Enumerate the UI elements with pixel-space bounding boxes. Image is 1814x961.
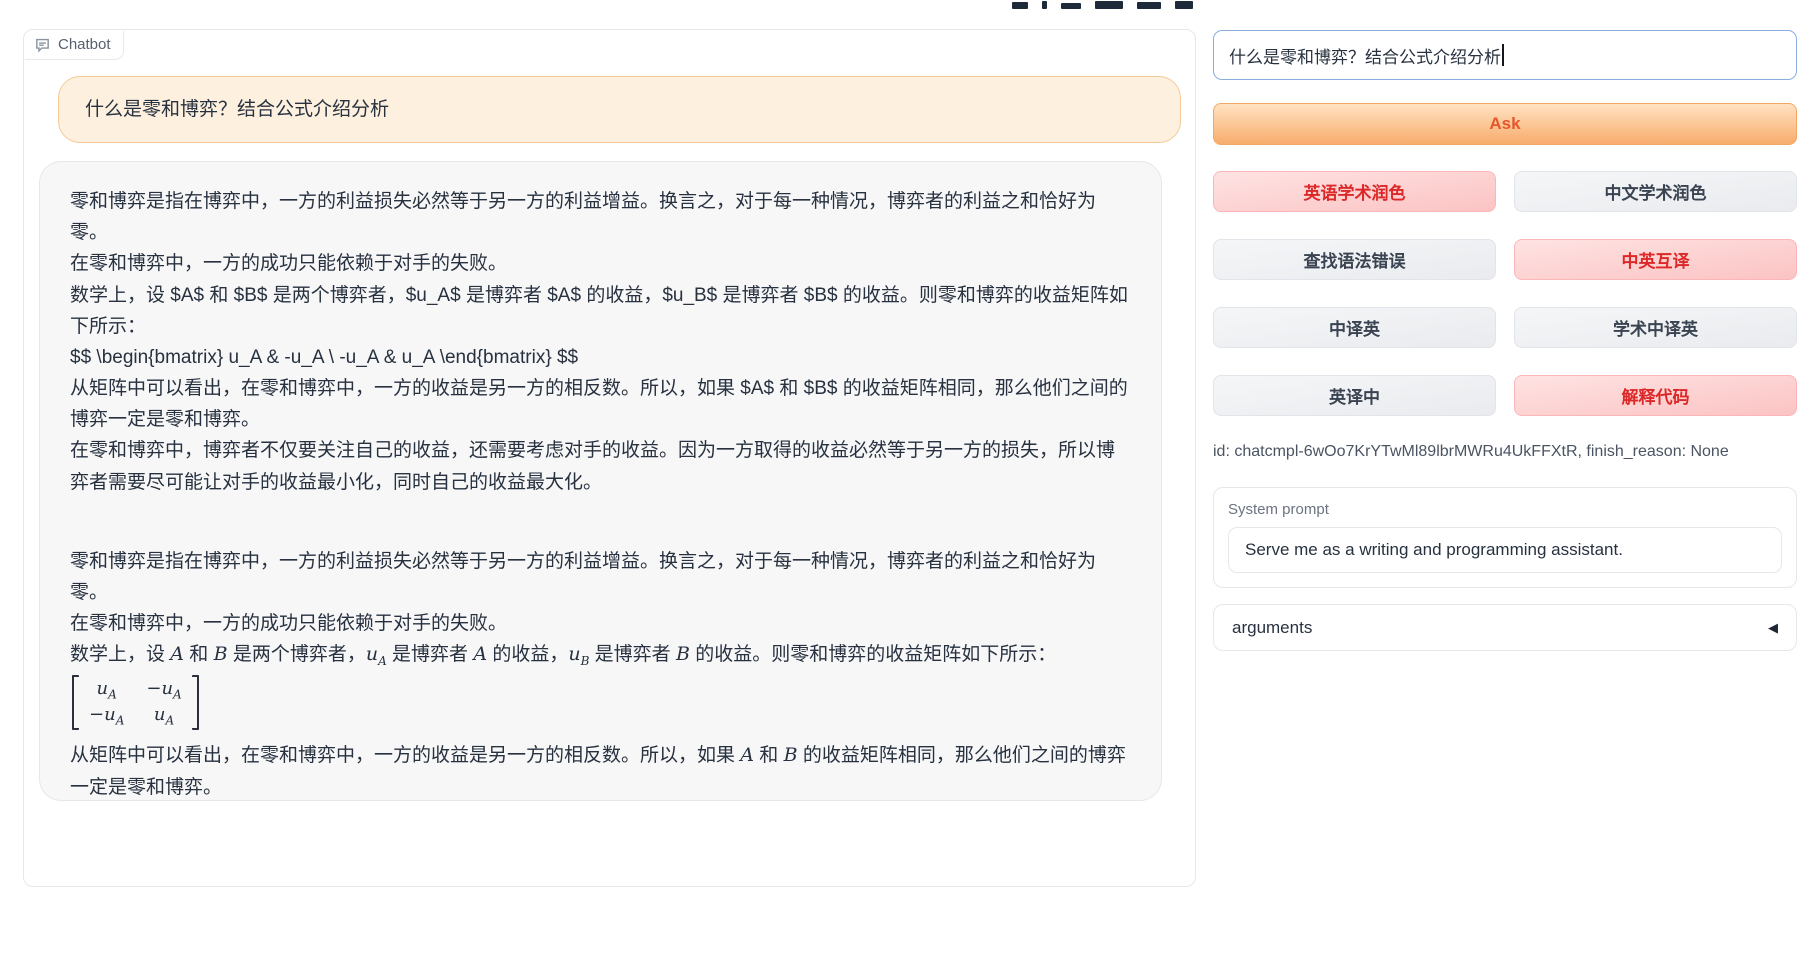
- bot-rendered-line: 在零和博弈中，一方的成功只能依赖于对手的失败。: [70, 608, 1131, 639]
- arguments-accordion[interactable]: arguments ◀: [1213, 604, 1797, 651]
- system-prompt-value: Serve me as a writing and programming as…: [1245, 540, 1623, 560]
- action-button-en-to-zh[interactable]: 英译中: [1213, 375, 1496, 416]
- bot-rendered-conclusion: 从矩阵中可以看出，在零和博弈中，一方的收益是另一方的相反数。所以，如果 A 和 …: [70, 740, 1131, 801]
- action-button-explain-code[interactable]: 解释代码: [1514, 375, 1797, 416]
- heading-glyph-fragment: [1175, 1, 1193, 9]
- action-button-zh-en-mutual[interactable]: 中英互译: [1514, 239, 1797, 280]
- user-message-text: 什么是零和博弈？结合公式介绍分析: [85, 99, 389, 120]
- matrix-cell: −uA: [146, 676, 181, 703]
- bot-raw-latex-line: $$ \begin{bmatrix} u_A & -u_A \ -u_A & u…: [70, 342, 1131, 373]
- chat-bubble-icon: [34, 36, 51, 53]
- completion-status: id: chatcmpl-6wOo7KrYTwMl89lbrMWRu4UkFFX…: [1213, 443, 1797, 461]
- system-prompt-input[interactable]: Serve me as a writing and programming as…: [1228, 527, 1782, 573]
- heading-glyph-fragment: [1061, 3, 1081, 9]
- question-input[interactable]: 什么是零和博弈？结合公式介绍分析: [1213, 30, 1797, 80]
- ask-button-label: Ask: [1489, 114, 1520, 134]
- heading-glyph-fragment: [1095, 1, 1123, 9]
- ask-button[interactable]: Ask: [1213, 103, 1797, 145]
- matrix-left-bracket: [72, 675, 79, 731]
- bot-raw-line: 数学上，设 $A$ 和 $B$ 是两个博弈者，$u_A$ 是博弈者 $A$ 的收…: [70, 280, 1131, 342]
- bot-message-bubble[interactable]: 零和博弈是指在博弈中，一方的利益损失必然等于另一方的利益增益。换言之，对于每一种…: [39, 161, 1162, 801]
- bot-raw-block: 零和博弈是指在博弈中，一方的利益损失必然等于另一方的利益增益。换言之，对于每一种…: [70, 186, 1131, 498]
- accordion-collapsed-icon: ◀: [1768, 620, 1778, 636]
- bot-rendered-line: 零和博弈是指在博弈中，一方的利益损失必然等于另一方的利益增益。换言之，对于每一种…: [70, 546, 1131, 608]
- chatbot-label: Chatbot: [25, 31, 124, 60]
- arguments-accordion-label: arguments: [1232, 618, 1312, 638]
- chatbot-label-text: Chatbot: [58, 36, 111, 53]
- payoff-matrix: uA −uA −uA uA: [72, 675, 199, 731]
- bot-raw-line: 零和博弈是指在博弈中，一方的利益损失必然等于另一方的利益增益。换言之，对于每一种…: [70, 186, 1131, 248]
- clipped-page-heading: [1012, 0, 1212, 9]
- action-button-chinese-polish[interactable]: 中文学术润色: [1514, 171, 1797, 212]
- system-prompt-group: System prompt Serve me as a writing and …: [1213, 487, 1797, 588]
- action-button-academic-zh-to-en[interactable]: 学术中译英: [1514, 307, 1797, 348]
- text-caret: [1502, 44, 1504, 66]
- matrix-cell: uA: [89, 676, 124, 703]
- message-list: 什么是零和博弈？结合公式介绍分析 零和博弈是指在博弈中，一方的利益损失必然等于另…: [24, 30, 1195, 801]
- chatbot-panel: Chatbot 什么是零和博弈？结合公式介绍分析 零和博弈是指在博弈中，一方的利…: [23, 29, 1196, 887]
- action-button-zh-to-en[interactable]: 中译英: [1213, 307, 1496, 348]
- heading-glyph-fragment: [1012, 2, 1028, 9]
- question-input-value: 什么是零和博弈？结合公式介绍分析: [1229, 43, 1501, 68]
- bot-rendered-block: 零和博弈是指在博弈中，一方的利益损失必然等于另一方的利益增益。换言之，对于每一种…: [70, 546, 1131, 801]
- heading-glyph-fragment: [1042, 1, 1047, 9]
- matrix-cell: −uA: [89, 702, 124, 729]
- heading-glyph-fragment: [1137, 2, 1161, 9]
- bot-raw-line: 在零和博弈中，一方的成功只能依赖于对手的失败。: [70, 248, 1131, 279]
- bot-raw-line: 在零和博弈中，博弈者不仅要关注自己的收益，还需要考虑对手的收益。因为一方取得的收…: [70, 435, 1131, 497]
- system-prompt-label: System prompt: [1228, 501, 1782, 518]
- action-button-english-polish[interactable]: 英语学术润色: [1213, 171, 1496, 212]
- user-message-bubble[interactable]: 什么是零和博弈？结合公式介绍分析: [58, 76, 1181, 143]
- control-column: 什么是零和博弈？结合公式介绍分析 Ask 英语学术润色 中文学术润色 查找语法错…: [1213, 30, 1797, 651]
- matrix-cell: uA: [146, 702, 181, 729]
- action-button-grammar-check[interactable]: 查找语法错误: [1213, 239, 1496, 280]
- matrix-right-bracket: [192, 675, 199, 731]
- action-button-grid: 英语学术润色 中文学术润色 查找语法错误 中英互译 中译英 学术中译英 英译中 …: [1213, 171, 1797, 416]
- bot-rendered-math-intro: 数学上，设 A 和 B 是两个博弈者，uA 是博弈者 A 的收益，uB 是博弈者…: [70, 639, 1131, 671]
- bot-raw-line: 从矩阵中可以看出，在零和博弈中，一方的收益是另一方的相反数。所以，如果 $A$ …: [70, 373, 1131, 435]
